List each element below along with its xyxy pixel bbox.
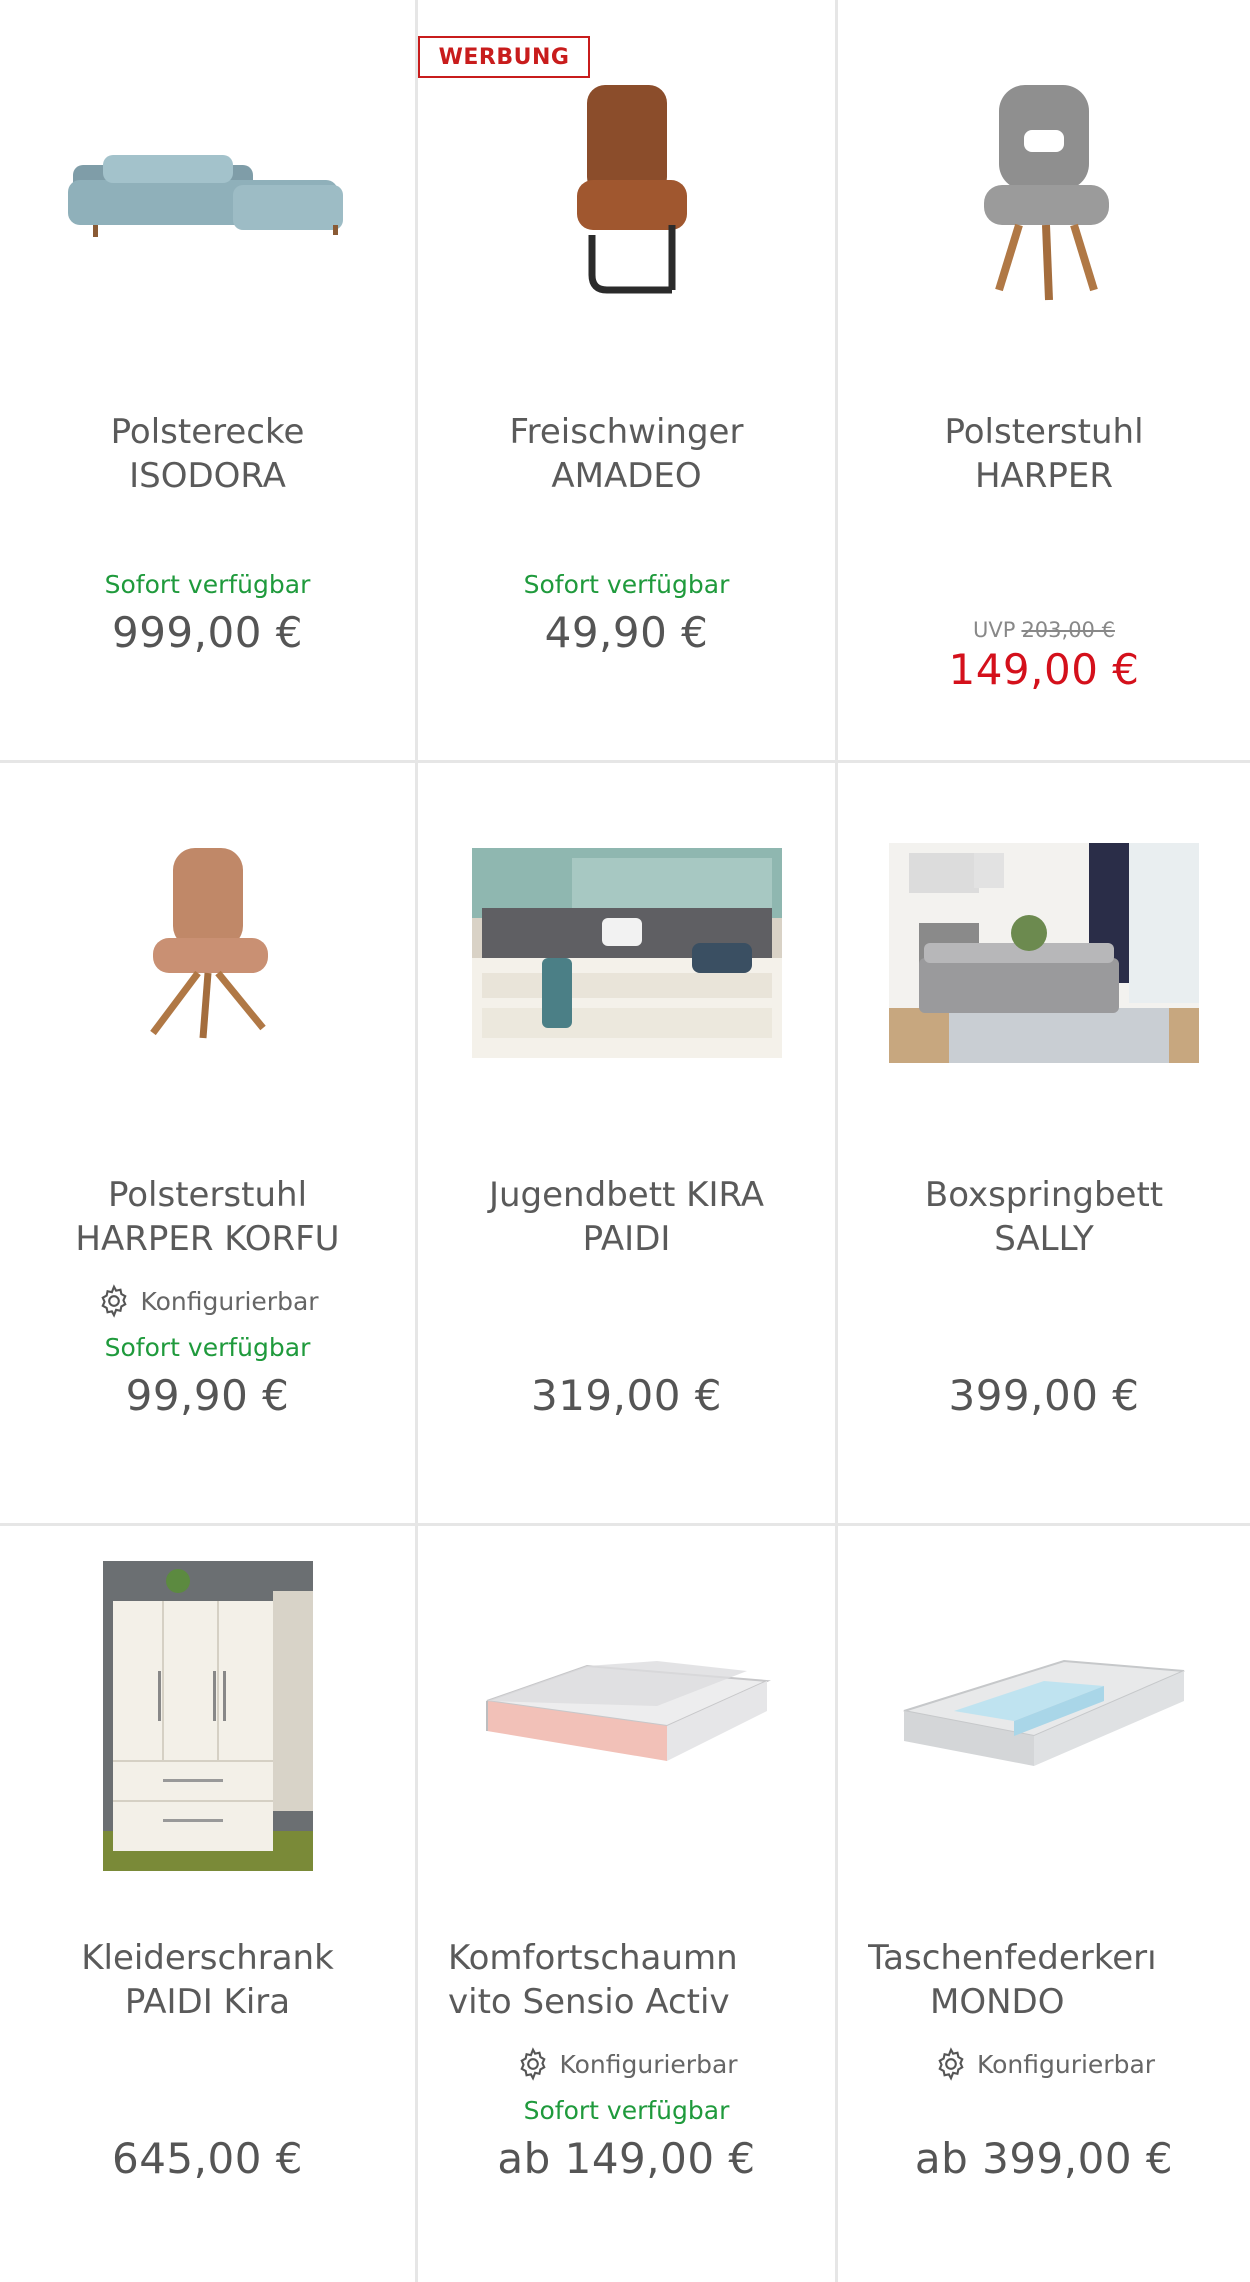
product-image-wardrobe[interactable]	[53, 1561, 363, 1871]
product-card[interactable]: Polsterecke ISODORA Sofort verfügbar 999…	[0, 0, 418, 763]
product-price: 399,00 €	[948, 1371, 1140, 1420]
product-price: ab 399,00 €	[914, 2134, 1174, 2183]
product-title[interactable]: Freischwinger AMADEO	[442, 410, 811, 498]
product-card[interactable]: Polsterstuhl HARPER KORFU Konfigurierbar…	[0, 763, 418, 1526]
product-image-bed[interactable]	[471, 803, 782, 1103]
availability-label: Sofort verfügbar	[104, 570, 311, 599]
product-title[interactable]: Komfortschaumn vito Sensio Activ	[448, 1936, 805, 2024]
product-image-cantilever-chair[interactable]	[472, 40, 782, 340]
product-title[interactable]: Boxspringbett SALLY	[862, 1173, 1226, 1261]
product-price: 999,00 €	[111, 608, 304, 657]
product-price: ab 149,00 €	[497, 2134, 756, 2183]
product-price: 49,90 €	[544, 608, 709, 657]
product-title[interactable]: Jugendbett KIRA PAIDI	[442, 1173, 811, 1261]
product-image-boxspring-bed[interactable]	[889, 803, 1199, 1103]
gear-icon	[101, 1284, 128, 1318]
product-price: 645,00 €	[111, 2134, 304, 2183]
product-image-chair[interactable]	[889, 40, 1199, 340]
product-title[interactable]: Polsterstuhl HARPER	[862, 410, 1226, 498]
availability-label: Sofort verfügbar	[523, 570, 730, 599]
configurable-label[interactable]: Konfigurierbar	[838, 2046, 1250, 2082]
product-price: 99,90 €	[125, 1371, 290, 1420]
product-card[interactable]: WERBUNG Freischwinger AMADEO Sofort verf…	[418, 0, 838, 763]
product-grid: Polsterecke ISODORA Sofort verfügbar 999…	[0, 0, 1250, 2282]
product-title[interactable]: Polsterecke ISODORA	[24, 410, 391, 498]
gear-icon	[520, 2047, 547, 2081]
configurable-label[interactable]: Konfigurierbar	[0, 1283, 415, 1319]
product-card[interactable]: Polsterstuhl HARPER UVP 203,00 € 149,00 €	[838, 0, 1250, 763]
product-title[interactable]: Polsterstuhl HARPER KORFU	[24, 1173, 391, 1261]
product-price: 319,00 €	[530, 1371, 723, 1420]
product-title[interactable]: Taschenfederkerı MONDO	[868, 1936, 1220, 2024]
product-image-sofa[interactable]	[53, 40, 363, 340]
product-card[interactable]: Jugendbett KIRA PAIDI 319,00 €	[418, 763, 838, 1526]
product-card[interactable]: Boxspringbett SALLY 399,00 €	[838, 763, 1250, 1526]
product-image-mattress[interactable]	[472, 1566, 782, 1866]
gear-icon	[938, 2047, 964, 2081]
availability-label: Sofort verfügbar	[104, 1333, 311, 1362]
uvp-price: UVP 203,00 €	[973, 618, 1115, 642]
product-card[interactable]: Taschenfederkerı MONDO Konfigurierbar ab…	[838, 1526, 1250, 2282]
product-image-chair[interactable]	[53, 803, 363, 1103]
product-title[interactable]: Kleiderschrank PAIDI Kira	[24, 1936, 391, 2024]
availability-label: Sofort verfügbar	[523, 2096, 730, 2125]
uvp-old-price: 203,00 €	[1021, 618, 1115, 642]
sale-price: 149,00 €	[948, 645, 1140, 694]
configurable-label[interactable]: Konfigurierbar	[418, 2046, 835, 2082]
product-card[interactable]: Komfortschaumn vito Sensio Activ Konfigu…	[418, 1526, 838, 2282]
product-card[interactable]: Kleiderschrank PAIDI Kira 645,00 €	[0, 1526, 418, 2282]
product-image-mattress[interactable]	[889, 1566, 1199, 1866]
